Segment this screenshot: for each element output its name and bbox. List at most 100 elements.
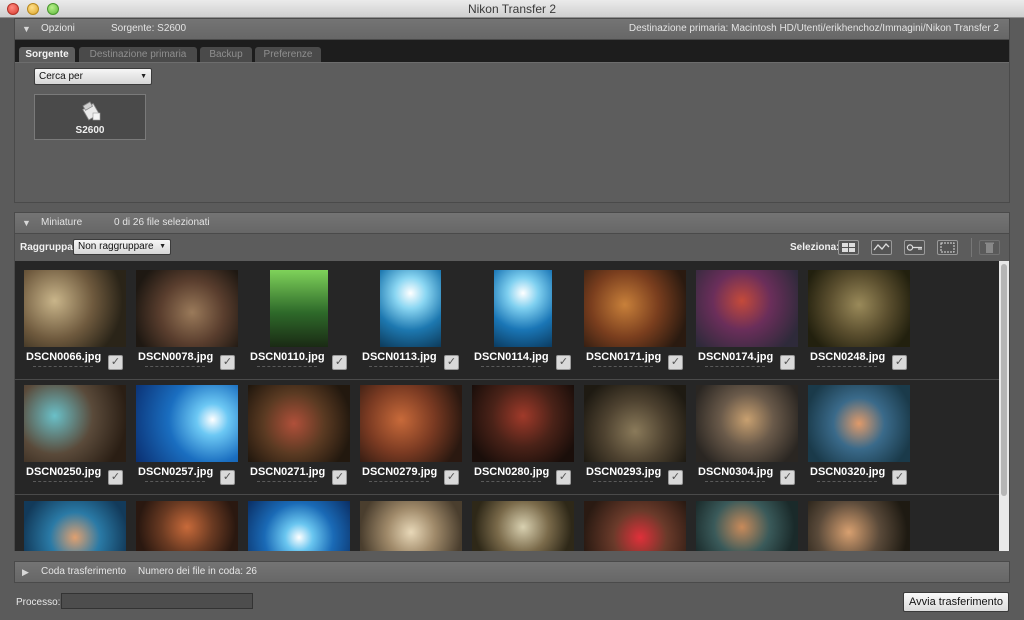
source-device-card[interactable]: S2600: [34, 94, 146, 140]
rating-dots: [33, 481, 93, 482]
thumbnail-cell[interactable]: DSCN0280.jpg ✓: [471, 382, 583, 497]
tab-backup[interactable]: Backup: [200, 47, 252, 62]
thumbnail-cell[interactable]: DSCN0110.jpg ✓: [247, 267, 359, 382]
checkbox-checked-icon[interactable]: ✓: [444, 470, 459, 485]
file-name: DSCN0271.jpg: [250, 466, 326, 478]
checkbox-checked-icon[interactable]: ✓: [668, 470, 683, 485]
thumbnail-image[interactable]: [584, 270, 686, 347]
select-new-button[interactable]: [871, 240, 892, 255]
thumbnail-image[interactable]: [696, 385, 798, 462]
thumbnail-cell[interactable]: DSCN0293.jpg ✓: [583, 382, 695, 497]
checkbox-checked-icon[interactable]: ✓: [332, 355, 347, 370]
thumbnail-image[interactable]: [360, 385, 462, 462]
thumbnail-image[interactable]: [380, 270, 441, 347]
deselect-all-button[interactable]: [937, 240, 958, 255]
checkbox-checked-icon[interactable]: ✓: [668, 355, 683, 370]
scrollbar-thumb[interactable]: [1001, 264, 1007, 496]
thumbnail-cell[interactable]: DSCN0304.jpg ✓: [695, 382, 807, 497]
thumbnail-image[interactable]: [248, 385, 350, 462]
thumbnail-cell[interactable]: DSCN0320.jpg ✓: [807, 382, 919, 497]
checkbox-checked-icon[interactable]: ✓: [780, 355, 795, 370]
marquee-icon: [940, 242, 955, 253]
thumbnail-cell[interactable]: DSCN0248.jpg ✓: [807, 267, 919, 382]
file-name: DSCN0078.jpg: [138, 351, 214, 363]
tab-preferences[interactable]: Preferenze: [255, 47, 321, 62]
checkbox-checked-icon[interactable]: ✓: [556, 355, 571, 370]
memory-card-icon: [82, 101, 101, 121]
queue-count: Numero dei file in coda: 26: [138, 566, 257, 577]
rating-dots: [145, 481, 205, 482]
thumbnail-image[interactable]: [808, 501, 910, 551]
minimize-window-button[interactable]: [27, 3, 39, 15]
thumbnail-cell[interactable]: DSCN0113.jpg ✓: [359, 267, 471, 382]
checkbox-checked-icon[interactable]: ✓: [220, 470, 235, 485]
window-title: Nikon Transfer 2: [467, 2, 557, 16]
thumbnail-image[interactable]: [696, 501, 798, 551]
thumbnail-cell[interactable]: DSCN0250.jpg ✓: [23, 382, 135, 497]
select-label: Seleziona:: [790, 242, 840, 253]
collapse-triangle-icon[interactable]: ▼: [22, 213, 31, 233]
thumbnail-image[interactable]: [248, 501, 350, 551]
expand-triangle-icon[interactable]: ▶: [22, 562, 29, 582]
select-all-button[interactable]: [838, 240, 859, 255]
thumbnail-cell[interactable]: DSCN0174.jpg ✓: [695, 267, 807, 382]
thumbnail-cell[interactable]: DSCN0114.jpg ✓: [471, 267, 583, 382]
close-window-button[interactable]: [7, 3, 19, 15]
thumbnail-cell[interactable]: DSCN0279.jpg ✓: [359, 382, 471, 497]
thumbnail-image[interactable]: [270, 270, 328, 347]
search-by-dropdown[interactable]: Cerca per ▼: [34, 68, 152, 85]
thumbnail-image[interactable]: [24, 385, 126, 462]
zoom-window-button[interactable]: [47, 3, 59, 15]
options-panel-header[interactable]: ▼ Opzioni Sorgente: S2600 Destinazione p…: [14, 18, 1010, 40]
thumbnail-image[interactable]: [136, 385, 238, 462]
thumbnail-image[interactable]: [584, 385, 686, 462]
thumbnail-image[interactable]: [136, 270, 238, 347]
thumbnail-image[interactable]: [584, 501, 686, 551]
group-value: Non raggruppare: [78, 241, 154, 252]
thumbnail-image[interactable]: [472, 385, 574, 462]
checkbox-checked-icon[interactable]: ✓: [892, 355, 907, 370]
thumbnail-image[interactable]: [696, 270, 798, 347]
thumbnail-cell[interactable]: DSCN0078.jpg ✓: [135, 267, 247, 382]
checkbox-checked-icon[interactable]: ✓: [780, 470, 795, 485]
thumbnails-panel-header[interactable]: ▼ Miniature 0 di 26 file selezionati: [14, 212, 1010, 234]
checkbox-checked-icon[interactable]: ✓: [108, 355, 123, 370]
search-by-value: Cerca per: [39, 71, 83, 82]
thumbnails-label: Miniature: [41, 217, 83, 228]
selection-count: 0 di 26 file selezionati: [114, 217, 210, 228]
tab-source[interactable]: Sorgente: [19, 47, 75, 62]
checkbox-checked-icon[interactable]: ✓: [556, 470, 571, 485]
delete-button[interactable]: [979, 240, 1000, 255]
thumbnail-cell[interactable]: DSCN0271.jpg ✓: [247, 382, 359, 497]
thumbnail-image[interactable]: [360, 501, 462, 551]
start-transfer-button[interactable]: Avvia trasferimento: [903, 592, 1009, 612]
thumbnail-image[interactable]: [494, 270, 552, 347]
key-icon: [906, 244, 922, 251]
thumbnail-image[interactable]: [808, 385, 910, 462]
thumbnail-cell[interactable]: DSCN0066.jpg ✓: [23, 267, 135, 382]
group-toolbar: Raggruppa: Non raggruppare ▼ Seleziona:: [15, 234, 1009, 261]
select-protected-button[interactable]: [904, 240, 925, 255]
thumbnail-image[interactable]: [472, 501, 574, 551]
checkbox-checked-icon[interactable]: ✓: [108, 470, 123, 485]
tab-primary-destination[interactable]: Destinazione primaria: [79, 47, 197, 62]
process-label: Processo:: [16, 597, 61, 608]
file-name: DSCN0320.jpg: [810, 466, 886, 478]
collapse-triangle-icon[interactable]: ▼: [22, 19, 31, 39]
group-dropdown[interactable]: Non raggruppare ▼: [73, 239, 171, 255]
transfer-queue-header[interactable]: ▶ Coda trasferimento Numero dei file in …: [14, 561, 1010, 583]
checkbox-checked-icon[interactable]: ✓: [444, 355, 459, 370]
rating-dots: [705, 481, 765, 482]
checkbox-checked-icon[interactable]: ✓: [220, 355, 235, 370]
file-name: DSCN0250.jpg: [26, 466, 102, 478]
thumbnail-cell[interactable]: DSCN0257.jpg ✓: [135, 382, 247, 497]
thumbnail-cell[interactable]: DSCN0171.jpg ✓: [583, 267, 695, 382]
checkbox-checked-icon[interactable]: ✓: [892, 470, 907, 485]
thumbnail-image[interactable]: [24, 270, 126, 347]
thumbnail-image[interactable]: [24, 501, 126, 551]
thumbnail-image[interactable]: [808, 270, 910, 347]
checkbox-checked-icon[interactable]: ✓: [332, 470, 347, 485]
thumbnail-image[interactable]: [136, 501, 238, 551]
thumbnail-scrollbar[interactable]: [999, 261, 1009, 551]
file-name: DSCN0171.jpg: [586, 351, 662, 363]
